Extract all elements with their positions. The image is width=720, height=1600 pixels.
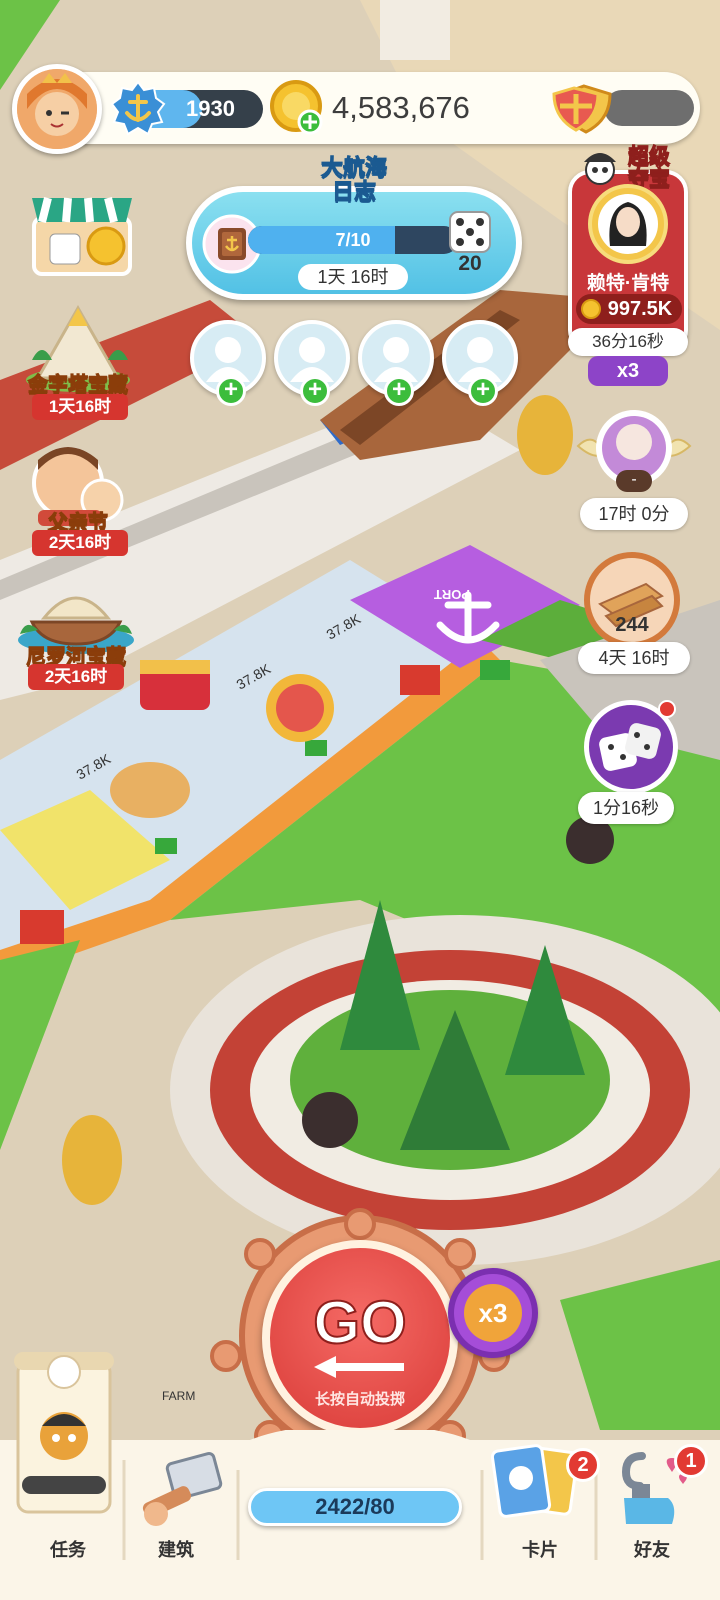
dice-pair-icon [599, 723, 661, 771]
voyage-title-line1: 大航海 [320, 155, 387, 180]
coin-balance[interactable]: 4,583,676 [268, 78, 538, 138]
super-heist-title-line1: 超级 [628, 145, 671, 168]
nav-build[interactable] [134, 1452, 226, 1532]
nav-friends-label: 好友 [634, 1540, 670, 1560]
pearl-event-value: - [616, 470, 652, 492]
add-friend-icon: + [300, 376, 330, 406]
super-heist-panel[interactable]: 超级 夺宝 赖特·肯特 997.5K 36分16秒 x3 [566, 145, 690, 386]
event-timer: 2天16时 [32, 530, 128, 556]
event-nile-treasure[interactable]: 尼罗河宝藏 2天16时 [14, 578, 134, 693]
add-friend-icon: + [216, 376, 246, 406]
voyage-timer: 1天 16时 [298, 264, 408, 290]
invite-friend-slot[interactable]: + [442, 320, 518, 406]
avatar-portrait-icon [17, 69, 97, 149]
event-timer: 1天16时 [32, 394, 128, 420]
player-avatar[interactable] [12, 64, 102, 154]
coin-icon [581, 299, 601, 319]
go-roll-button[interactable]: GO 长按自动投掷 [262, 1240, 458, 1436]
shield-count[interactable] [552, 80, 700, 136]
nav-cards-badge: 2 [566, 1448, 600, 1482]
dice-counter: 2422/80 [248, 1488, 462, 1526]
event-pyramid-treasure[interactable]: 金字塔宝藏 1天16时 [18, 300, 138, 425]
wood-event-value: 244 [615, 614, 649, 636]
roll-multiplier-button[interactable]: x3 [448, 1268, 538, 1358]
wood-event[interactable]: 244 4天 16时 [578, 548, 694, 678]
heist-timer: 36分16秒 [568, 328, 688, 356]
heist-target-coins: 997.5K [607, 298, 673, 320]
arrow-left-icon [314, 1356, 404, 1378]
pearl-event[interactable]: - 17时 0分 [574, 404, 694, 534]
heist-target-avatar [588, 184, 668, 264]
coin-amount: 4,583,676 [332, 90, 470, 125]
voyage-progress-text: 7/10 [335, 230, 371, 250]
shop-stall-icon [32, 197, 132, 276]
anchor-badge-icon [110, 80, 166, 136]
roll-multiplier-value: x3 [464, 1284, 522, 1342]
dice-event-timer: 1分16秒 [578, 792, 674, 824]
voyage-log-panel[interactable]: 大航海 日志 7/10 20 1天 16时 [186, 155, 522, 300]
heist-multiplier: x3 [588, 356, 668, 386]
go-hint: 长按自动投掷 [314, 1391, 405, 1408]
dice-event-alert-dot [658, 700, 676, 718]
voyage-title-line2: 日志 [331, 179, 376, 204]
go-label: GO [312, 1288, 407, 1357]
event-fathers-day[interactable]: 父亲节 2天16时 [18, 438, 138, 558]
voyage-log-title: 大航海 日志 [186, 155, 522, 204]
shield-icon [552, 84, 612, 134]
wood-event-timer: 4天 16时 [578, 642, 690, 674]
add-friend-icon: + [468, 376, 498, 406]
hammer-icon [142, 1452, 223, 1526]
nav-friends-badge: 1 [674, 1444, 708, 1478]
event-timer: 2天16时 [28, 664, 124, 690]
coin-icon [270, 80, 323, 135]
invite-friend-slot[interactable]: + [274, 320, 350, 406]
invite-friend-slot[interactable]: + [190, 320, 266, 406]
nav-quests[interactable] [12, 1346, 116, 1516]
add-friend-icon: + [384, 376, 414, 406]
dice-icon [449, 211, 491, 253]
voyage-progress-bar: 7/10 [248, 226, 458, 254]
quest-scroll-icon [14, 1352, 114, 1514]
target-portrait-icon [598, 194, 658, 254]
pearl-event-timer: 17时 0分 [580, 498, 688, 530]
voyage-dice-reward: 20 [458, 252, 482, 275]
shop-button[interactable] [22, 178, 142, 288]
event-title: 金字塔宝藏 [28, 374, 129, 397]
nav-cards-label: 卡片 [522, 1540, 558, 1560]
heist-target-name: 赖特·肯特 [586, 273, 670, 294]
dice-event[interactable]: 1分16秒 [578, 696, 694, 826]
nav-build-label: 建筑 [158, 1540, 194, 1560]
shield-bar [604, 90, 694, 126]
invite-friend-slot[interactable]: + [358, 320, 434, 406]
heist-target-coins-pill: 997.5K [576, 294, 682, 324]
nav-quests-label: 任务 [50, 1540, 86, 1560]
